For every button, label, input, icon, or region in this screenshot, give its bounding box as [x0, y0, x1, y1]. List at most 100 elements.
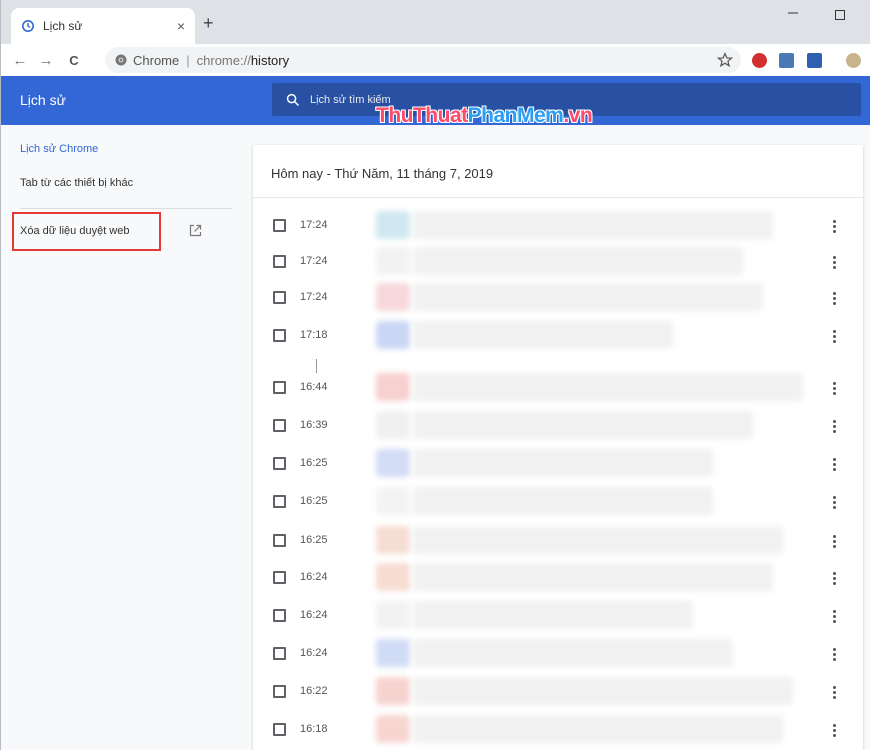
row-checkbox[interactable]: [273, 534, 286, 547]
blurred-favicon: [376, 563, 410, 591]
history-row[interactable]: 16:22: [253, 673, 863, 710]
more-actions-icon[interactable]: [833, 535, 837, 550]
highlight-annotation-box: [12, 212, 161, 251]
more-actions-icon[interactable]: [833, 496, 837, 511]
history-row[interactable]: 16:44: [253, 369, 863, 406]
history-row[interactable]: 16:25: [253, 483, 863, 520]
blurred-entry-title[interactable]: [413, 373, 803, 401]
history-row[interactable]: 16:24: [253, 597, 863, 634]
minimize-icon[interactable]: [786, 6, 800, 20]
external-link-icon[interactable]: [189, 224, 202, 237]
row-checkbox[interactable]: [273, 685, 286, 698]
download-extension-icon[interactable]: [807, 53, 822, 68]
bookmark-star-icon[interactable]: [717, 52, 733, 68]
history-row[interactable]: 17:24: [253, 243, 863, 280]
url-host: history: [250, 52, 290, 68]
more-actions-icon[interactable]: [833, 382, 837, 397]
blurred-favicon: [376, 639, 410, 667]
row-checkbox[interactable]: [273, 219, 286, 232]
history-row[interactable]: 17:18: [253, 317, 863, 354]
blurred-entry-title[interactable]: [413, 639, 733, 667]
blurred-entry-title[interactable]: [413, 449, 713, 477]
address-bar[interactable]: Chrome | chrome:// history: [105, 47, 741, 73]
row-checkbox[interactable]: [273, 647, 286, 660]
entry-time: 17:24: [300, 219, 328, 231]
more-actions-icon[interactable]: [833, 420, 837, 435]
entry-time: 16:24: [300, 571, 328, 583]
blurred-entry-title[interactable]: [413, 283, 763, 311]
card-divider: [253, 197, 863, 198]
entry-time: 16:44: [300, 381, 328, 393]
blurred-entry-title[interactable]: [413, 715, 783, 743]
row-checkbox[interactable]: [273, 329, 286, 342]
entry-time: 16:25: [300, 457, 328, 469]
entry-time: 16:24: [300, 647, 328, 659]
more-actions-icon[interactable]: [833, 292, 837, 307]
blurred-favicon: [376, 487, 410, 515]
history-icon: [22, 20, 34, 32]
adblock-extension-icon[interactable]: [752, 53, 767, 68]
blurred-favicon: [376, 283, 410, 311]
history-row[interactable]: 16:24: [253, 559, 863, 596]
blurred-entry-title[interactable]: [413, 487, 713, 515]
history-row[interactable]: 17:24: [253, 279, 863, 316]
row-checkbox[interactable]: [273, 609, 286, 622]
tab-title: Lịch sử: [43, 19, 83, 33]
more-actions-icon[interactable]: [833, 686, 837, 701]
sidebar-item-other-devices[interactable]: Tab từ các thiết bị khác: [20, 177, 133, 189]
blurred-entry-title[interactable]: [413, 411, 753, 439]
url-scheme: chrome://: [196, 52, 251, 68]
history-row[interactable]: 16:18: [253, 711, 863, 748]
blurred-favicon: [376, 526, 410, 554]
more-actions-icon[interactable]: [833, 572, 837, 587]
more-actions-icon[interactable]: [833, 724, 837, 739]
omnibox-separator: |: [186, 52, 190, 68]
blurred-favicon: [376, 411, 410, 439]
maximize-icon[interactable]: [835, 10, 845, 20]
blurred-entry-title[interactable]: [413, 211, 773, 239]
history-row[interactable]: 17:24: [253, 207, 863, 244]
blurred-favicon: [376, 373, 410, 401]
tab-strip: Lịch sử × +: [0, 0, 870, 44]
row-checkbox[interactable]: [273, 457, 286, 470]
tab-close-icon[interactable]: ×: [177, 18, 185, 34]
tab-history[interactable]: Lịch sử ×: [11, 8, 195, 44]
blurred-entry-title[interactable]: [413, 677, 793, 705]
reload-button[interactable]: C: [63, 53, 85, 68]
history-row[interactable]: 16:25: [253, 522, 863, 559]
blurred-entry-title[interactable]: [413, 321, 673, 349]
new-tab-button[interactable]: +: [203, 13, 214, 34]
more-actions-icon[interactable]: [833, 610, 837, 625]
row-checkbox[interactable]: [273, 419, 286, 432]
more-actions-icon[interactable]: [833, 458, 837, 473]
blurred-entry-title[interactable]: [413, 601, 693, 629]
back-button[interactable]: ←: [9, 52, 31, 69]
history-row[interactable]: 16:24: [253, 635, 863, 672]
forward-button[interactable]: →: [35, 52, 57, 69]
more-actions-icon[interactable]: [833, 220, 837, 235]
row-checkbox[interactable]: [273, 571, 286, 584]
row-checkbox[interactable]: [273, 495, 286, 508]
history-row[interactable]: 16:25: [253, 445, 863, 482]
entry-time: 16:39: [300, 419, 328, 431]
row-checkbox[interactable]: [273, 255, 286, 268]
entry-time: 16:25: [300, 534, 328, 546]
row-checkbox[interactable]: [273, 381, 286, 394]
more-actions-icon[interactable]: [833, 256, 837, 271]
profile-avatar[interactable]: [846, 53, 861, 68]
blurred-favicon: [376, 677, 410, 705]
more-actions-icon[interactable]: [833, 330, 837, 345]
blurred-favicon: [376, 247, 410, 275]
extension-s-icon[interactable]: [779, 53, 794, 68]
more-actions-icon[interactable]: [833, 648, 837, 663]
history-row[interactable]: 16:39: [253, 407, 863, 444]
blurred-favicon: [376, 449, 410, 477]
entry-time: 16:25: [300, 495, 328, 507]
blurred-entry-title[interactable]: [413, 526, 783, 554]
blurred-entry-title[interactable]: [413, 563, 773, 591]
row-checkbox[interactable]: [273, 723, 286, 736]
sidebar-item-chrome-history[interactable]: Lịch sử Chrome: [20, 143, 98, 155]
row-checkbox[interactable]: [273, 291, 286, 304]
blurred-entry-title[interactable]: [413, 247, 743, 275]
entry-time: 17:24: [300, 291, 328, 303]
